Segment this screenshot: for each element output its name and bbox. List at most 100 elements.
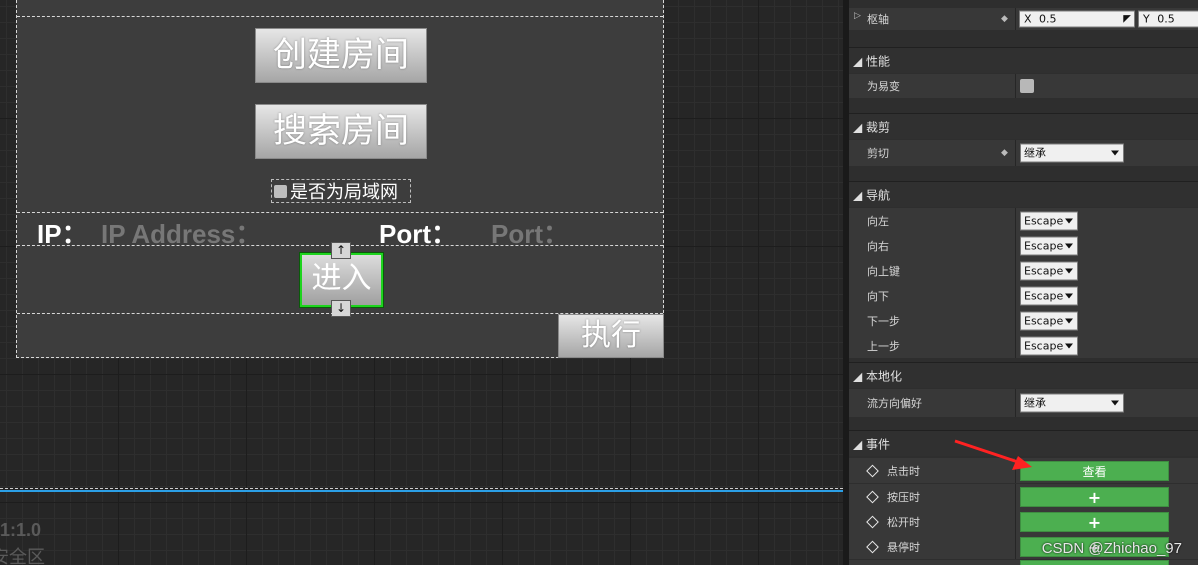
category-events[interactable]: ◢ 事件 [849, 430, 1198, 456]
collapse-arrow-icon: ◢ [853, 54, 867, 68]
pivot-y-axis-label: Y [1143, 12, 1150, 26]
enter-button[interactable]: 进入 [300, 253, 383, 307]
pivot-y-field[interactable]: Y 0.5 [1138, 10, 1198, 28]
designer-canvas[interactable]: 创建房间 搜索房间 是否为局域网 IP： IP Address： Port： P… [0, 0, 843, 565]
column-splitter [1015, 258, 1016, 283]
nav-right-dropdown[interactable]: Escape [1020, 236, 1078, 255]
pivot-x-value: 0.5 [1039, 12, 1057, 26]
collapse-arrow-icon: ◢ [853, 437, 867, 451]
nav-row: 上一步 Escape [849, 333, 1198, 358]
on-released-label: 松开时 [887, 515, 920, 529]
safe-zone-dash-line [0, 488, 843, 489]
expand-arrow-icon[interactable]: ▷ [854, 11, 861, 21]
flow-direction-label: 流方向偏好 [867, 397, 922, 410]
clip-label: 剪切 [867, 147, 889, 160]
volatile-row: 为易变 [849, 74, 1198, 98]
nav-up-value: Escape [1024, 264, 1064, 277]
nav-left-value: Escape [1024, 214, 1064, 227]
column-splitter [1015, 534, 1016, 559]
nav-row: 向左 Escape [849, 208, 1198, 233]
column-splitter [1015, 8, 1016, 30]
lan-checkbox[interactable] [274, 184, 287, 198]
event-row: 松开时 + [849, 509, 1198, 534]
event-add-button-partial[interactable] [1020, 560, 1169, 565]
nav-row: 向上键 Escape [849, 258, 1198, 283]
nav-next-dropdown[interactable]: Escape [1020, 311, 1078, 330]
flow-direction-dropdown[interactable]: 继承 [1020, 393, 1124, 413]
column-splitter [1015, 389, 1016, 417]
collapse-arrow-icon: ◢ [853, 369, 867, 383]
nav-previous-dropdown[interactable]: Escape [1020, 336, 1078, 355]
details-panel: ▷ 枢轴 ◆ X 0.5 ◤ Y 0.5 ◢ 性能 为易变 ◢ 裁剪 剪切 ◆ … [849, 0, 1198, 565]
event-diamond-icon [866, 464, 879, 477]
column-splitter [1015, 233, 1016, 258]
on-hovered-label: 悬停时 [887, 540, 920, 554]
pivot-row: ▷ 枢轴 ◆ X 0.5 ◤ Y 0.5 [849, 8, 1198, 30]
on-released-add-button[interactable]: + [1020, 511, 1169, 532]
chevron-down-icon [1065, 268, 1073, 273]
nav-up-label: 向上键 [867, 264, 900, 278]
chevron-down-icon [1065, 293, 1073, 298]
widget-root-panel[interactable]: 创建房间 搜索房间 是否为局域网 IP： IP Address： Port： P… [16, 0, 664, 358]
nav-up-dropdown[interactable]: Escape [1020, 261, 1078, 280]
column-splitter [1015, 458, 1016, 483]
search-room-button[interactable]: 搜索房间 [255, 104, 427, 159]
safe-zone-label: 安全区 [0, 547, 45, 565]
pivot-x-axis-label: X [1024, 12, 1032, 26]
column-splitter [1015, 283, 1016, 308]
event-row: 点击时 查看 [849, 458, 1198, 483]
volatile-label: 为易变 [867, 80, 900, 93]
event-diamond-icon [866, 515, 879, 528]
chevron-down-icon [1065, 343, 1073, 348]
chevron-down-icon [1111, 400, 1119, 406]
column-splitter [1015, 208, 1016, 233]
lan-checkbox-wrapper[interactable]: 是否为局域网 [271, 179, 411, 203]
column-splitter [1015, 333, 1016, 358]
nav-right-value: Escape [1024, 239, 1064, 252]
on-clicked-view-button[interactable]: 查看 [1020, 460, 1169, 481]
reset-to-default-icon[interactable]: ◆ [1001, 14, 1008, 24]
zoom-level: 1:1.0 [0, 520, 42, 540]
nav-row: 向右 Escape [849, 233, 1198, 258]
nav-previous-value: Escape [1024, 339, 1064, 352]
nav-left-dropdown[interactable]: Escape [1020, 211, 1078, 230]
nav-row: 下一步 Escape [849, 308, 1198, 333]
nav-down-value: Escape [1024, 289, 1064, 302]
collapse-arrow-icon: ◢ [853, 120, 867, 134]
pivot-x-field[interactable]: X 0.5 ◤ [1019, 10, 1135, 28]
nav-left-label: 向左 [867, 214, 889, 228]
on-pressed-label: 按压时 [887, 490, 920, 504]
on-pressed-add-button[interactable]: + [1020, 486, 1169, 507]
volatile-checkbox[interactable] [1020, 79, 1034, 93]
nav-right-label: 向右 [867, 239, 889, 253]
category-events-label: 事件 [866, 437, 891, 451]
nav-down-label: 向下 [867, 289, 889, 303]
category-performance[interactable]: ◢ 性能 [849, 47, 1198, 73]
nav-down-dropdown[interactable]: Escape [1020, 286, 1078, 305]
collapse-arrow-icon: ◢ [853, 188, 867, 202]
reset-to-default-icon[interactable]: ◆ [1001, 148, 1008, 158]
screen-boundary-line [0, 490, 843, 492]
flow-direction-row: 流方向偏好 继承 [849, 389, 1198, 417]
nav-previous-label: 上一步 [867, 339, 900, 353]
move-up-handle-icon[interactable]: ↑ [331, 242, 351, 259]
pivot-label: 枢轴 [867, 13, 889, 26]
chevron-down-icon [1111, 150, 1119, 156]
watermark: CSDN @Zhichao_97 [1041, 540, 1182, 557]
execute-button[interactable]: 执行 [558, 314, 664, 358]
chevron-down-icon [1065, 243, 1073, 248]
create-room-button[interactable]: 创建房间 [255, 28, 427, 83]
category-performance-label: 性能 [866, 54, 891, 68]
category-localization[interactable]: ◢ 本地化 [849, 362, 1198, 388]
event-diamond-icon [866, 490, 879, 503]
column-splitter [1015, 140, 1016, 166]
column-splitter [1015, 484, 1016, 509]
category-clipping[interactable]: ◢ 裁剪 [849, 113, 1198, 139]
drag-handle-icon[interactable]: ◤ [1123, 12, 1131, 27]
category-localization-label: 本地化 [866, 369, 903, 383]
event-row-partial [849, 560, 1198, 565]
category-navigation-label: 导航 [866, 188, 891, 202]
category-navigation[interactable]: ◢ 导航 [849, 181, 1198, 207]
nav-next-value: Escape [1024, 314, 1064, 327]
clip-dropdown[interactable]: 继承 [1020, 143, 1124, 163]
